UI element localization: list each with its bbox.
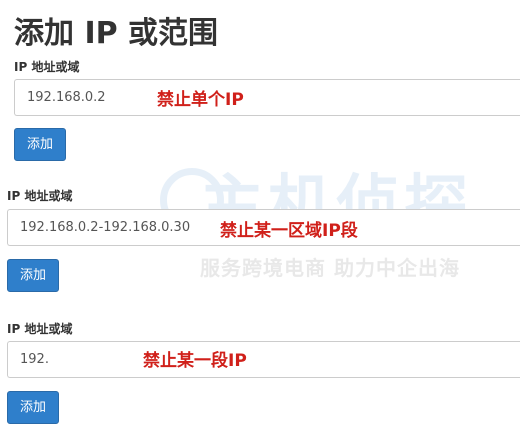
ip-field-label: IP 地址或域	[7, 189, 73, 203]
annotation-label: 禁止单个IP	[157, 90, 244, 110]
ip-input[interactable]: 192.	[7, 341, 520, 378]
annotation-label: 禁止某一段IP	[143, 351, 247, 371]
ip-field-label: IP 地址或域	[14, 60, 80, 74]
annotation-label: 禁止某一区域IP段	[220, 221, 358, 241]
ip-field-label: IP 地址或域	[7, 322, 73, 336]
add-button[interactable]: 添加	[7, 391, 60, 424]
watermark-slogan: 服务跨境电商 助力中企出海	[200, 256, 460, 280]
add-button[interactable]: 添加	[7, 259, 60, 292]
ip-input[interactable]: 192.168.0.2	[14, 79, 520, 116]
add-button[interactable]: 添加	[14, 128, 67, 161]
page-title: 添加 IP 或范围	[14, 16, 219, 51]
